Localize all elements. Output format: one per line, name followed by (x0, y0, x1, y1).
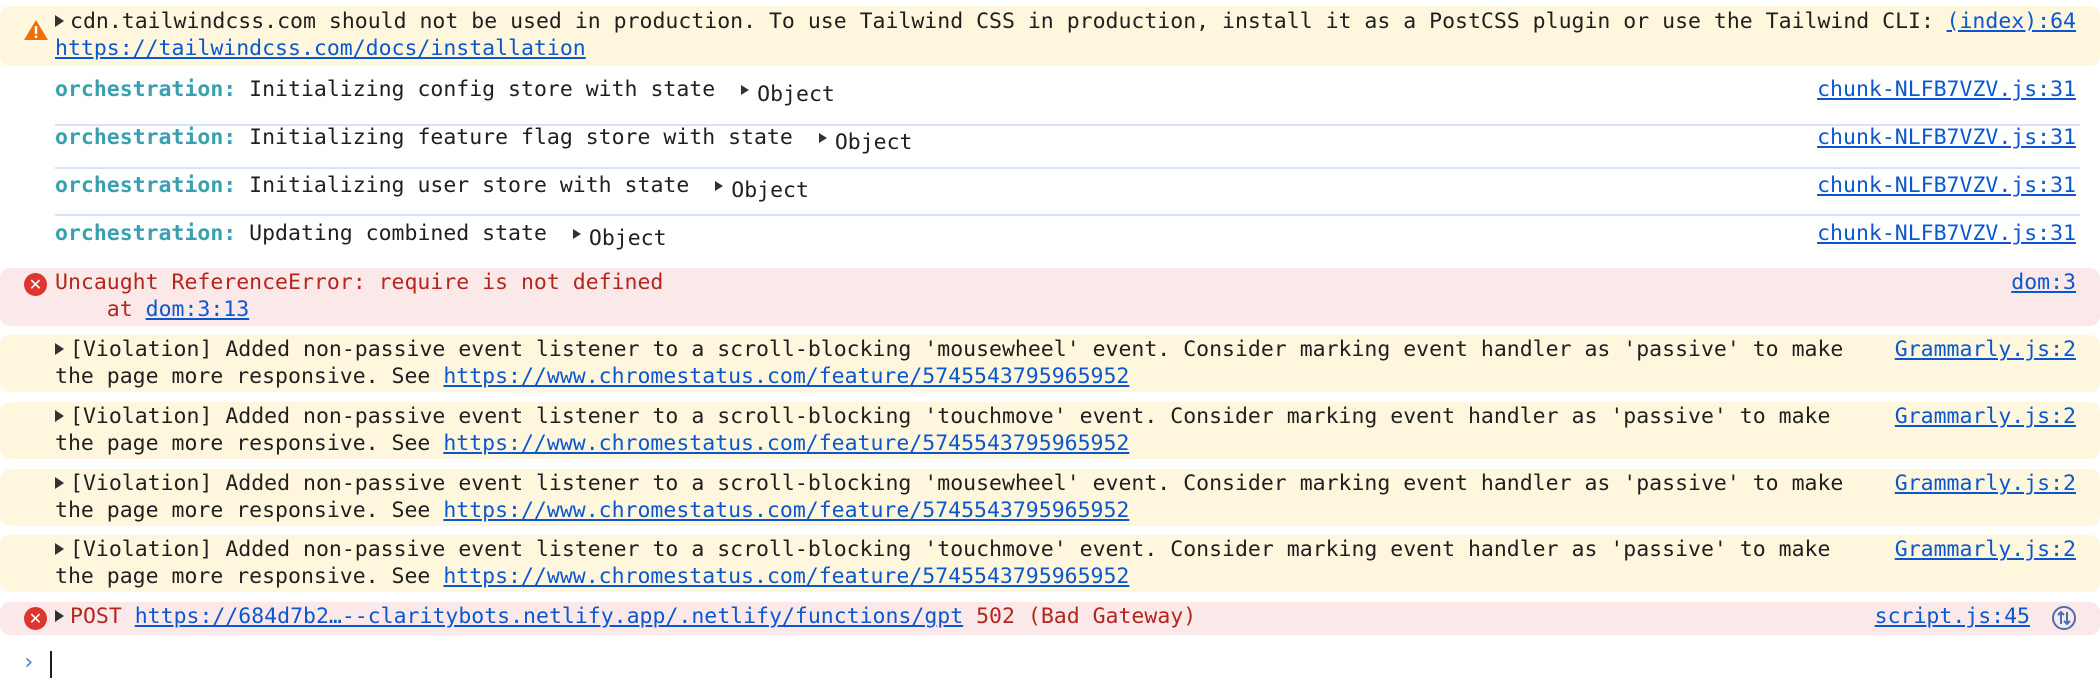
post-error-message: POST https://684d7b2…--claritybots.netli… (55, 604, 1840, 631)
error-text: Uncaught ReferenceError: require is not … (55, 270, 664, 295)
violation-message: [Violation] Added non-passive event list… (55, 537, 1875, 590)
expand-triangle-icon[interactable] (55, 610, 64, 622)
error-message: Uncaught ReferenceError: require is not … (55, 270, 1875, 323)
source-link-chunk[interactable]: chunk-NLFB7VZV.js:31 (1817, 221, 2076, 248)
chromestatus-link[interactable]: https://www.chromestatus.com/feature/574… (443, 431, 1129, 456)
row-divider (55, 167, 2080, 169)
expand-triangle-icon[interactable] (715, 181, 724, 191)
source-link-grammarly[interactable]: Grammarly.js:2 (1895, 537, 2076, 564)
console-violation[interactable]: [Violation] Added non-passive event list… (0, 535, 2100, 592)
orchestration-label: orchestration: (55, 125, 237, 150)
row-divider (55, 214, 2080, 216)
chromestatus-link[interactable]: https://www.chromestatus.com/feature/574… (443, 564, 1129, 589)
orchestration-label: orchestration: (55, 221, 237, 246)
tailwind-install-link[interactable]: https://tailwindcss.com/docs/installatio… (55, 36, 586, 61)
warning-triangle-icon (24, 20, 48, 40)
console-prompt-chevron-icon: › (22, 650, 36, 675)
expand-triangle-icon[interactable] (741, 85, 750, 95)
stack-frame-link[interactable]: dom:3:13 (146, 297, 250, 322)
source-link-chunk[interactable]: chunk-NLFB7VZV.js:31 (1817, 125, 2076, 152)
object-preview[interactable]: Object (731, 178, 809, 203)
source-link-dom[interactable]: dom:3 (2011, 270, 2076, 297)
log-text: Updating combined state (249, 221, 547, 246)
error-circle-icon: ✕ (24, 273, 47, 296)
violation-message: [Violation] Added non-passive event list… (55, 337, 1875, 390)
source-link-grammarly[interactable]: Grammarly.js:2 (1895, 337, 2076, 364)
source-link-script[interactable]: script.js:45 (1875, 604, 2030, 631)
expand-triangle-icon[interactable] (818, 133, 827, 143)
stack-prefix: at (55, 296, 146, 322)
orchestration-label: orchestration: (55, 77, 237, 102)
console-input-caret[interactable] (50, 651, 52, 678)
warning-text: cdn.tailwindcss.com should not be used i… (70, 9, 1947, 34)
source-link-chunk[interactable]: chunk-NLFB7VZV.js:31 (1817, 77, 2076, 104)
console-log-row[interactable]: orchestration: Initializing feature flag… (0, 124, 2100, 160)
log-message: orchestration: Initializing feature flag… (55, 125, 1800, 155)
log-message: orchestration: Initializing user store w… (55, 173, 1800, 203)
console-violation[interactable]: [Violation] Added non-passive event list… (0, 402, 2100, 459)
post-url-link[interactable]: https://684d7b2…--claritybots.netlify.ap… (135, 604, 963, 629)
console-violation[interactable]: [Violation] Added non-passive event list… (0, 335, 2100, 392)
object-preview[interactable]: Object (835, 130, 913, 155)
chromestatus-link[interactable]: https://www.chromestatus.com/feature/574… (443, 364, 1129, 389)
source-link-grammarly[interactable]: Grammarly.js:2 (1895, 404, 2076, 431)
log-text: Initializing user store with state (249, 173, 690, 198)
error-circle-icon: ✕ (24, 607, 47, 630)
post-status: 502 (Bad Gateway) (963, 604, 1197, 629)
console-warning-tailwind[interactable]: cdn.tailwindcss.com should not be used i… (0, 6, 2100, 66)
source-link-grammarly[interactable]: Grammarly.js:2 (1895, 471, 2076, 498)
source-link-index[interactable]: (index):64 (1947, 9, 2076, 36)
object-preview[interactable]: Object (589, 226, 667, 251)
console-error-post[interactable]: ✕ POST https://684d7b2…--claritybots.net… (0, 602, 2100, 635)
log-message: orchestration: Updating combined state Ob… (55, 221, 1800, 251)
console-error-reference[interactable]: ✕ Uncaught ReferenceError: require is no… (0, 268, 2100, 326)
log-text: Initializing feature flag store with sta… (249, 125, 793, 150)
violation-message: [Violation] Added non-passive event list… (55, 404, 1875, 457)
console-log-row[interactable]: orchestration: Initializing config store… (0, 76, 2100, 112)
log-message: orchestration: Initializing config store… (55, 77, 1800, 107)
violation-message: [Violation] Added non-passive event list… (55, 471, 1875, 524)
console-log-row[interactable]: orchestration: Initializing user store w… (0, 172, 2100, 208)
expand-triangle-icon[interactable] (55, 410, 64, 422)
orchestration-label: orchestration: (55, 173, 237, 198)
warning-message: cdn.tailwindcss.com should not be used i… (55, 9, 1950, 62)
console-log-row[interactable]: orchestration: Updating combined state Ob… (0, 220, 2100, 256)
devtools-console: cdn.tailwindcss.com should not be used i… (0, 0, 2100, 686)
expand-triangle-icon[interactable] (55, 15, 64, 27)
expand-triangle-icon[interactable] (55, 343, 64, 355)
post-method: POST (70, 604, 135, 629)
expand-triangle-icon[interactable] (572, 229, 581, 239)
console-violation[interactable]: [Violation] Added non-passive event list… (0, 469, 2100, 526)
expand-triangle-icon[interactable] (55, 543, 64, 555)
chromestatus-link[interactable]: https://www.chromestatus.com/feature/574… (443, 498, 1129, 523)
replay-network-icon[interactable] (2050, 604, 2078, 632)
object-preview[interactable]: Object (757, 82, 835, 107)
source-link-chunk[interactable]: chunk-NLFB7VZV.js:31 (1817, 173, 2076, 200)
expand-triangle-icon[interactable] (55, 477, 64, 489)
log-text: Initializing config store with state (249, 77, 716, 102)
